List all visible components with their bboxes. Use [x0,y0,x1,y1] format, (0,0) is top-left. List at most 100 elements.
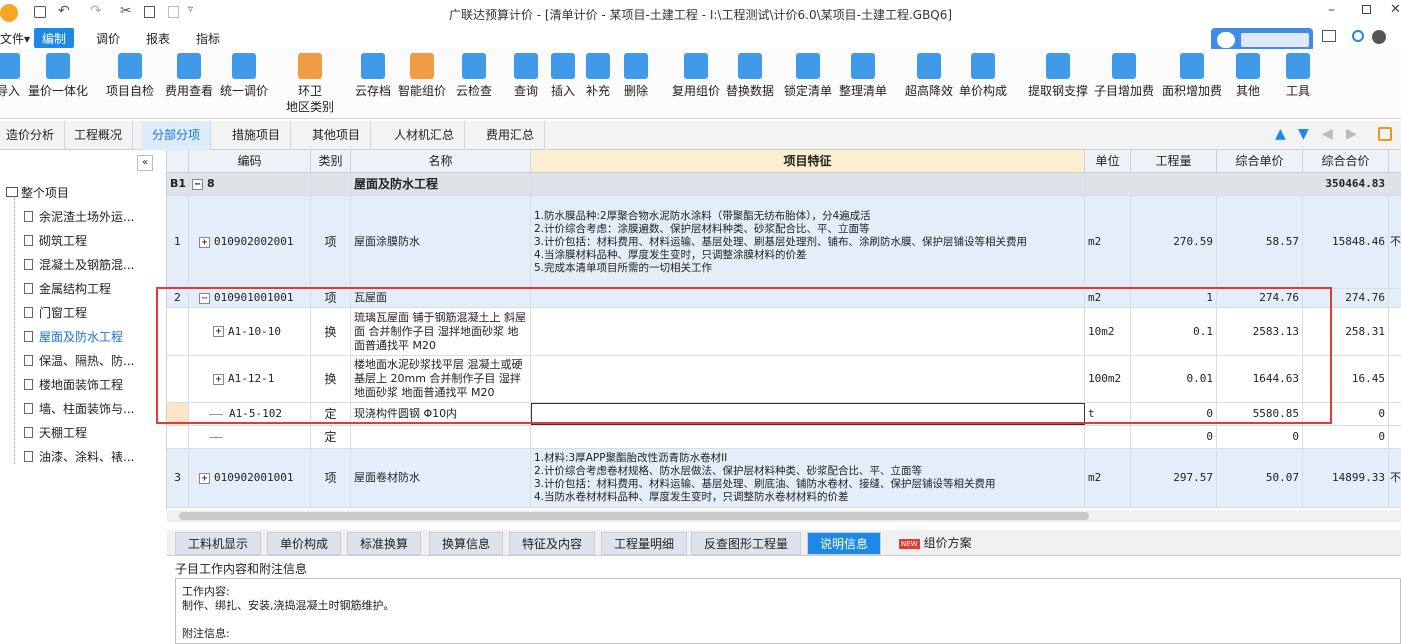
row-qty[interactable]: 297.57 [1131,449,1217,507]
ribbon-button[interactable]: 工具 [1286,53,1310,99]
info-title: 子目工作内容和附注信息 [175,562,308,576]
detail-tab-4[interactable]: 特征及内容 [509,532,596,555]
ribbon-button[interactable]: 统一调价 [220,53,268,99]
detail-tab-0[interactable]: 工料机显示 [175,532,262,555]
help-icon[interactable] [1372,30,1386,44]
menu-report[interactable]: 报表 [146,30,170,47]
tab-5[interactable]: 人材机汇总 [384,121,466,150]
tree-item[interactable]: 天棚工程 [24,424,87,441]
tree-item[interactable]: 门窗工程 [24,304,87,321]
ribbon-button[interactable]: 查询 [514,53,538,99]
ribbon-button[interactable]: 补充 [586,53,610,99]
tree-item[interactable]: 油漆、涂料、裱... [24,448,134,465]
tab-2[interactable]: 分部分项 [142,121,212,150]
ribbon-button[interactable]: 项目自检 [106,53,154,99]
ribbon-button[interactable]: 超高降效 [905,53,953,99]
row-qty[interactable]: 0 [1131,426,1217,448]
expand-toggle[interactable]: + [199,236,210,248]
window-menu-icon[interactable] [1322,30,1336,42]
tree-item[interactable]: 屋面及防水工程 [24,328,123,345]
ribbon-button[interactable]: 导入 [0,53,20,99]
collapse-tree-button[interactable]: « [137,155,153,171]
horizontal-scrollbar[interactable] [167,510,1401,522]
scroll-thumb[interactable] [179,512,1089,520]
move-right-icon[interactable]: ▶ [1346,126,1357,142]
row-code-text: 010902002001 [214,235,294,248]
tree-item[interactable]: 墙、柱面装饰与... [24,400,134,417]
menu-edit[interactable]: 编制 [34,28,75,48]
tree-item-label: 墙、柱面装饰与... [39,402,135,416]
table-row[interactable]: 3 +010902001001 项屋面卷材防水 1.材料:3厚APP聚酯胎改性沥青防水… [167,449,1401,508]
row-qty[interactable]: 270.59 [1131,196,1217,288]
tab-3[interactable]: 措施项目 [222,121,292,150]
document-icon [24,307,33,318]
tree-item[interactable]: 余泥渣土场外运... [24,208,134,225]
tab-4[interactable]: 其他项目 [302,121,372,150]
view-options-icon[interactable] [1378,127,1392,141]
ribbon-button[interactable]: 云检查 [456,53,492,99]
tab-0[interactable]: 造价分析 [0,121,66,150]
table-row[interactable]: 1 +010902002001 项屋面涂膜防水 1.防水膜品种:2厚聚合物水泥防水涂料… [167,196,1401,289]
tree-root[interactable]: 整个项目 [6,184,69,201]
tree-item[interactable]: 保温、隔热、防... [24,352,134,369]
note-label: 附注信息: [182,627,230,640]
detail-tab-1[interactable]: 单价构成 [267,532,342,555]
tab-1[interactable]: 工程概况 [64,121,134,150]
row-unit [1085,426,1131,448]
row-index: 3 [167,449,189,507]
ribbon-button[interactable]: 其他 [1236,53,1260,99]
move-down-icon[interactable]: ▼ [1298,126,1309,142]
move-left-icon[interactable]: ◀ [1322,126,1333,142]
row-feature[interactable] [531,426,1085,448]
detail-tab-7[interactable]: 说明信息 [807,532,882,555]
ribbon-button[interactable]: 单价构成 [959,53,1007,99]
table-row[interactable]: 定000 [167,426,1401,449]
ribbon-button[interactable]: 复用组价 [672,53,720,99]
ribbon-button[interactable]: 提取钢支撑 [1028,53,1088,99]
ribbon-button[interactable]: 删除 [624,53,648,99]
menu-index[interactable]: 指标 [196,30,220,47]
tree-item[interactable]: 混凝土及钢筋混... [24,256,134,273]
expand-toggle[interactable]: + [199,472,210,484]
ribbon-button[interactable]: 插入 [551,53,575,99]
detail-tab-5[interactable]: 工程量明细 [601,532,688,555]
ribbon-button[interactable]: 子目增加费 [1094,53,1154,99]
user-icon[interactable] [1352,30,1364,42]
menu-file[interactable]: 文件▾ [0,30,30,47]
detail-tab-8[interactable]: NEW 组价方案 [887,532,984,555]
row-total: 14899.33 [1303,449,1389,507]
collapse-toggle[interactable]: − [192,178,203,190]
info-body[interactable]: 工作内容: 制作、绑扎、安装,浇捣混凝土时钢筋维护。 附注信息: [175,578,1401,644]
row-code: +010902002001 [189,196,311,288]
ribbon-button[interactable]: 费用查看 [165,53,213,99]
row-feature[interactable]: 1.材料:3厚APP聚酯胎改性沥青防水卷材II 2.计价综合考虑卷材规格、防水层… [531,449,1085,507]
ribbon-button[interactable]: 量价一体化 [28,53,88,99]
tab-6[interactable]: 费用汇总 [476,121,546,150]
menu-bar: 文件▾ 编制 调价 报表 指标 [0,27,1401,52]
ribbon-button[interactable]: 云存档 [355,53,391,99]
ribbon-button[interactable]: 整理清单 [839,53,887,99]
move-up-icon[interactable]: ▲ [1275,126,1286,142]
restore-button[interactable] [1362,5,1371,14]
tree-item[interactable]: 楼地面装饰工程 [24,376,123,393]
detail-tab-2[interactable]: 标准换算 [347,532,422,555]
tree-item[interactable]: 砌筑工程 [24,232,87,249]
detail-tab-label: 工程量明细 [614,537,675,551]
row-feature[interactable]: 1.防水膜品种:2厚聚合物水泥防水涂料（带聚酯无纺布胎体），分4遍成活 2.计价… [531,196,1085,288]
new-badge-icon: NEW [899,539,920,549]
ribbon-button[interactable]: 环卫 地区类别 [286,53,334,115]
section-row[interactable]: B1−8 屋面及防水工程 350464.83 [167,173,1401,196]
close-button[interactable]: ✕ [1390,2,1401,17]
cloud-save-icon [361,53,385,79]
menu-adjust-price[interactable]: 调价 [96,30,120,47]
detail-tab-3[interactable]: 换算信息 [429,532,504,555]
ribbon-button[interactable]: 锁定清单 [784,53,832,99]
ribbon-button[interactable]: 智能组价 [398,53,446,99]
ribbon-button[interactable]: 替换数据 [726,53,774,99]
ribbon-button-label: 锁定清单 [784,84,833,98]
detail-tab-6[interactable]: 反查图形工程量 [691,532,802,555]
ribbon-button[interactable]: 面积增加费 [1162,53,1222,99]
column-header: 工程量 [1131,150,1217,173]
minimize-button[interactable]: – [1328,2,1335,18]
tree-item[interactable]: 金属结构工程 [24,280,111,297]
